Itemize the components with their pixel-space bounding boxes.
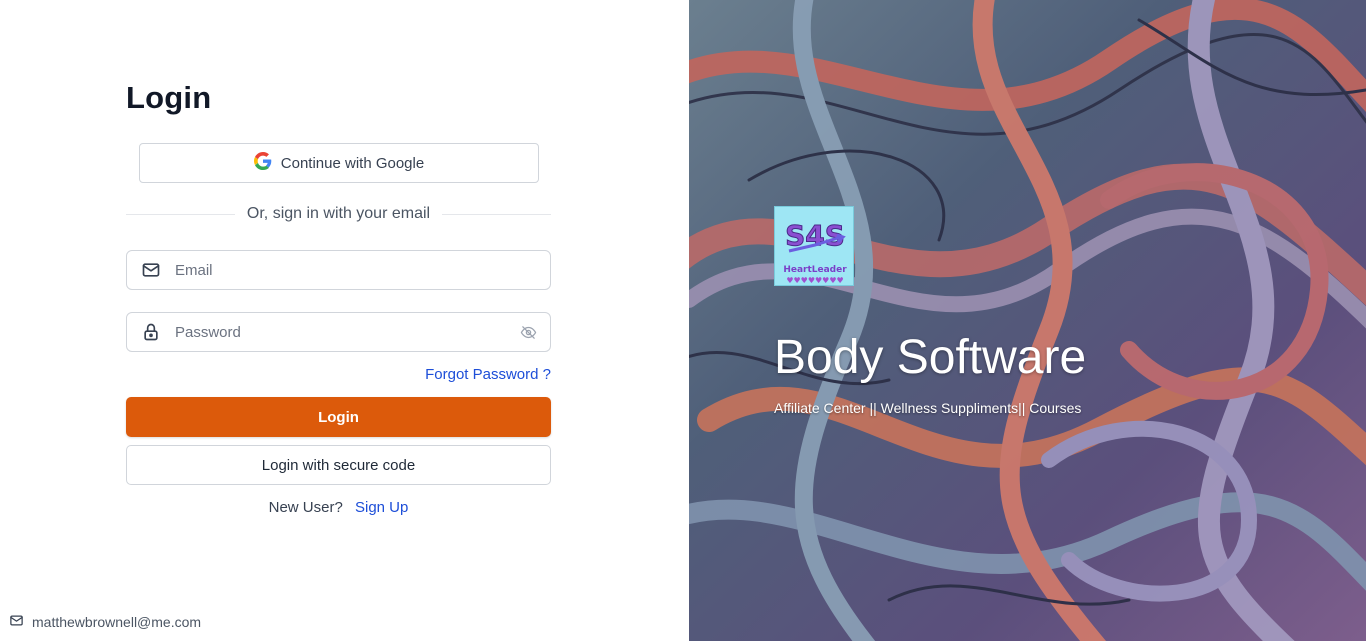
logo-image: S4S HeartLeader ♥♥♥♥♥♥♥♥ (783, 219, 847, 286)
mail-icon (127, 260, 175, 280)
password-field (126, 312, 551, 352)
lock-icon (127, 322, 175, 342)
footer-email-text: matthewbrownell@me.com (32, 614, 202, 630)
login-panel: Login Continue with Google Or, sign in w… (0, 0, 689, 641)
svg-text:HeartLeader: HeartLeader (783, 265, 847, 275)
divider-line (126, 213, 235, 215)
divider-text: Or, sign in with your email (246, 205, 431, 222)
email-divider: Or, sign in with your email (126, 204, 551, 224)
mail-icon (9, 613, 24, 631)
google-icon (253, 152, 272, 174)
email-field (126, 250, 551, 290)
eye-off-icon[interactable] (506, 324, 550, 341)
new-user-text: New User? (268, 499, 343, 516)
password-input[interactable] (175, 313, 506, 351)
background-artwork (689, 0, 1366, 641)
email-input[interactable] (175, 251, 550, 289)
google-button-label: Continue with Google (280, 154, 425, 172)
svg-text:♥♥♥♥♥♥♥♥: ♥♥♥♥♥♥♥♥ (786, 276, 843, 285)
login-button[interactable]: Login (126, 397, 551, 437)
page-title: Login (126, 80, 212, 115)
brand-name: Body Software (774, 331, 1087, 384)
brand-logo: S4S HeartLeader ♥♥♥♥♥♥♥♥ (774, 206, 854, 286)
login-page: Login Continue with Google Or, sign in w… (0, 0, 1366, 641)
brand-panel: S4S HeartLeader ♥♥♥♥♥♥♥♥ Body Software A… (689, 0, 1366, 641)
divider-line (442, 213, 551, 215)
footer-email: matthewbrownell@me.com (9, 613, 201, 631)
forgot-password-link[interactable]: Forgot Password ? (425, 366, 551, 383)
sign-up-link[interactable]: Sign Up (355, 499, 408, 516)
login-with-secure-code-button[interactable]: Login with secure code (126, 445, 551, 485)
brand-tagline: Affiliate Center || Wellness Suppliments… (774, 400, 1082, 416)
new-user-row: New User? Sign Up (126, 499, 551, 516)
svg-text:S4S: S4S (785, 219, 845, 252)
continue-with-google-button[interactable]: Continue with Google (139, 143, 539, 183)
